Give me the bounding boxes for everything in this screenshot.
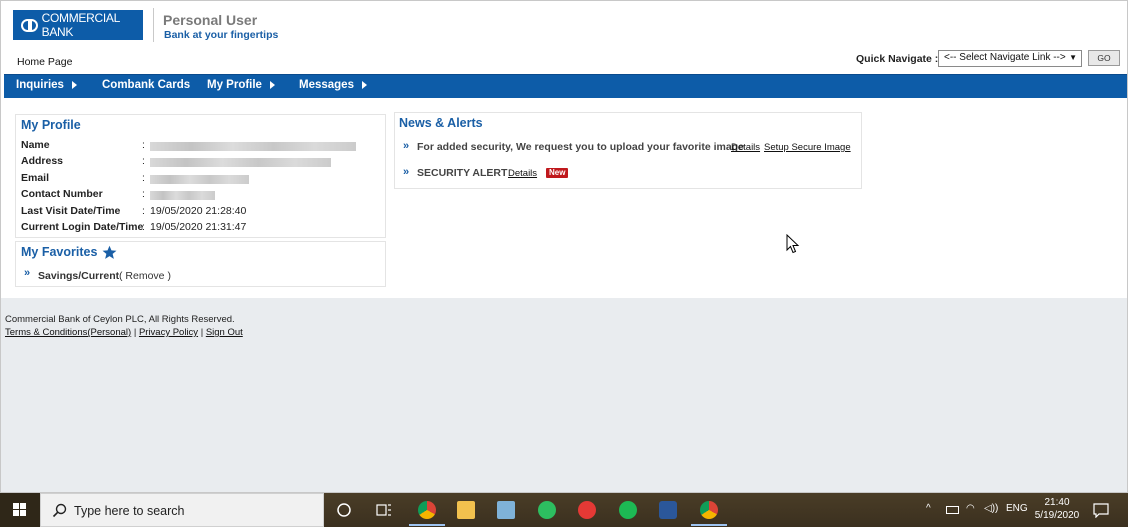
news-title: News & Alerts: [399, 116, 483, 130]
footer-copyright: Commercial Bank of Ceylon PLC, All Right…: [5, 314, 235, 325]
taskbar: Type here to search ^ ◠ ◁)) ENG 21:40 5/…: [0, 493, 1128, 527]
tagline: Bank at your fingertips: [164, 29, 279, 41]
mouse-cursor-icon: [786, 234, 800, 254]
word-icon[interactable]: [659, 501, 677, 519]
windows-icon: [13, 503, 26, 516]
spotify-icon[interactable]: [619, 501, 637, 519]
page-title: Personal User: [163, 12, 258, 28]
news-item-text: For added security, We request you to up…: [417, 141, 744, 153]
nav-item-messages[interactable]: Messages: [299, 79, 367, 91]
profile-label-address: Address: [21, 155, 64, 167]
colon: :: [142, 205, 145, 217]
nav-item-label: Combank Cards: [102, 79, 191, 91]
terms-link[interactable]: Terms & Conditions(Personal): [5, 327, 131, 338]
profile-title: My Profile: [21, 118, 81, 132]
chrome-profile-icon[interactable]: [700, 501, 718, 519]
go-button[interactable]: GO: [1088, 50, 1120, 66]
favorites-panel: My Favorites » Savings/Current ( Remove …: [15, 241, 386, 287]
remove-label: Remove: [125, 270, 165, 282]
nav-item-my-profile[interactable]: My Profile: [207, 79, 275, 91]
profile-label-email: Email: [21, 172, 50, 184]
profile-value-current-login: 19/05/2020 21:31:47: [150, 221, 247, 233]
redacted-address: [150, 158, 331, 167]
signout-link[interactable]: Sign Out: [206, 327, 243, 338]
colon: :: [142, 139, 145, 151]
profile-value-last-visit: 19/05/2020 21:28:40: [150, 205, 247, 217]
privacy-link[interactable]: Privacy Policy: [139, 327, 198, 338]
caret-right-icon: [361, 81, 367, 89]
language-indicator[interactable]: ENG: [1006, 503, 1028, 514]
redacted-email: [150, 175, 249, 184]
nav-item-label: Messages: [299, 79, 354, 91]
nav-item-label: My Profile: [207, 79, 262, 91]
wifi-icon[interactable]: ◠: [966, 503, 975, 514]
redacted-contact: [150, 191, 215, 200]
double-chevron-icon: »: [403, 166, 410, 178]
profile-label-current-login: Current Login Date/Time: [21, 221, 144, 233]
colon: :: [142, 172, 145, 184]
clock-date: 5/19/2020: [1034, 510, 1080, 521]
evernote-icon[interactable]: [538, 501, 556, 519]
browser-page: COMMERCIAL BANK Personal User Bank at yo…: [0, 0, 1128, 493]
system-clock[interactable]: 21:40 5/19/2020: [1030, 496, 1084, 522]
active-indicator: [409, 524, 445, 526]
active-indicator: [691, 524, 727, 526]
main-nav: Inquiries Combank Cards My Profile Messa…: [4, 74, 1127, 98]
search-placeholder: Type here to search: [74, 504, 185, 518]
profile-label-name: Name: [21, 139, 50, 151]
chevron-down-icon: ▼: [1069, 53, 1077, 62]
task-view-icon[interactable]: [376, 502, 392, 518]
favorite-remove-link[interactable]: ( Remove ): [119, 270, 171, 282]
search-icon: [52, 503, 67, 518]
caret-right-icon: [269, 81, 275, 89]
setup-secure-image-link[interactable]: Setup Secure Image: [764, 142, 851, 153]
news-details-link[interactable]: Details: [731, 142, 760, 153]
nav-item-label: Inquiries: [16, 79, 64, 91]
logo-text: COMMERCIAL BANK: [41, 11, 120, 39]
volume-icon[interactable]: ◁)): [984, 503, 998, 514]
quick-navigate-label: Quick Navigate :: [856, 53, 939, 65]
file-explorer-icon[interactable]: [457, 501, 475, 519]
star-icon: [102, 245, 117, 259]
chevron-up-icon[interactable]: ^: [926, 503, 931, 514]
profile-panel: My Profile Name : Address : Email : Cont…: [15, 114, 386, 238]
favorites-title: My Favorites: [21, 245, 98, 259]
colon: :: [142, 221, 145, 233]
power-app-icon[interactable]: [578, 501, 596, 519]
new-badge: New: [546, 168, 569, 178]
footer-links: Terms & Conditions(Personal) | Privacy P…: [5, 327, 243, 338]
battery-icon[interactable]: [946, 506, 959, 514]
caret-right-icon: [71, 81, 77, 89]
header-divider: [153, 8, 154, 42]
breadcrumb[interactable]: Home Page: [17, 56, 72, 68]
cortana-icon[interactable]: [336, 502, 352, 518]
profile-label-last-visit: Last Visit Date/Time: [21, 205, 121, 217]
clock-time: 21:40: [1044, 497, 1070, 508]
notifications-icon[interactable]: [1093, 502, 1109, 518]
redacted-name: [150, 142, 356, 151]
start-button[interactable]: [0, 493, 40, 527]
security-alert-details-link[interactable]: Details: [508, 168, 537, 179]
colon: :: [142, 188, 145, 200]
quick-navigate-select[interactable]: <-- Select Navigate Link --> ▼: [938, 50, 1082, 67]
favorite-item-label[interactable]: Savings/Current: [38, 270, 119, 282]
taskbar-search-box[interactable]: Type here to search: [40, 493, 324, 527]
double-chevron-icon: »: [403, 140, 410, 152]
profile-label-contact: Contact Number: [21, 188, 103, 200]
nav-item-combank-cards[interactable]: Combank Cards: [102, 79, 190, 91]
news-panel: News & Alerts » For added security, We r…: [394, 112, 862, 189]
security-alert-text: SECURITY ALERT: [417, 167, 508, 179]
double-chevron-icon: »: [24, 267, 31, 279]
notepad-icon[interactable]: [497, 501, 515, 519]
bank-logo[interactable]: COMMERCIAL BANK: [13, 10, 143, 40]
quick-navigate-value: <-- Select Navigate Link -->: [944, 52, 1066, 63]
bank-logo-icon: [21, 18, 38, 32]
page-content: COMMERCIAL BANK Personal User Bank at yo…: [1, 1, 1127, 298]
nav-item-inquiries[interactable]: Inquiries: [16, 79, 77, 91]
colon: :: [142, 155, 145, 167]
chrome-icon[interactable]: [418, 501, 436, 519]
